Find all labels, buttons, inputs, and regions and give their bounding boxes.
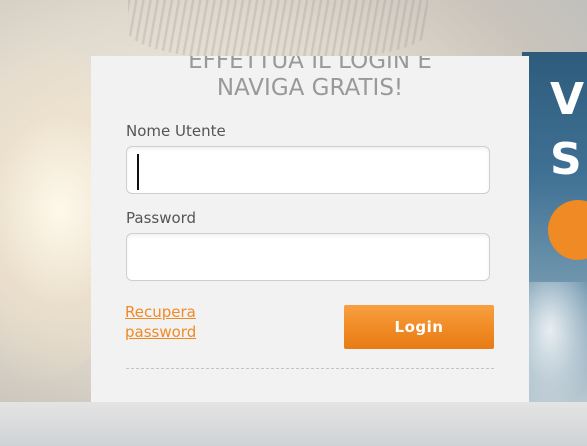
promo-frost-image <box>522 282 587 402</box>
password-label: Password <box>126 209 197 227</box>
username-label: Nome Utente <box>126 122 226 140</box>
headline-line-1: EFFETTUA IL LOGIN E <box>188 56 432 74</box>
promo-circle-icon <box>548 200 587 260</box>
recover-password-link[interactable]: Recupera password <box>125 302 235 342</box>
promo-banner-edge: V S <box>522 52 587 402</box>
background-footer <box>0 402 587 446</box>
password-input[interactable] <box>126 233 490 281</box>
login-card: EFFETTUA IL LOGIN E NAVIGA GRATIS! Nome … <box>91 56 529 402</box>
login-headline: EFFETTUA IL LOGIN E NAVIGA GRATIS! <box>91 56 529 101</box>
login-button[interactable]: Login <box>344 305 494 349</box>
username-input[interactable] <box>126 146 490 194</box>
promo-letter: V <box>550 74 585 125</box>
headline-line-2: NAVIGA GRATIS! <box>216 75 404 101</box>
promo-letter: S <box>550 134 582 185</box>
login-page: V S EFFETTUA IL LOGIN E NAVIGA GRATIS! N… <box>0 0 587 446</box>
background-decoration <box>128 0 428 62</box>
form-divider <box>126 368 494 369</box>
text-cursor <box>137 154 139 190</box>
